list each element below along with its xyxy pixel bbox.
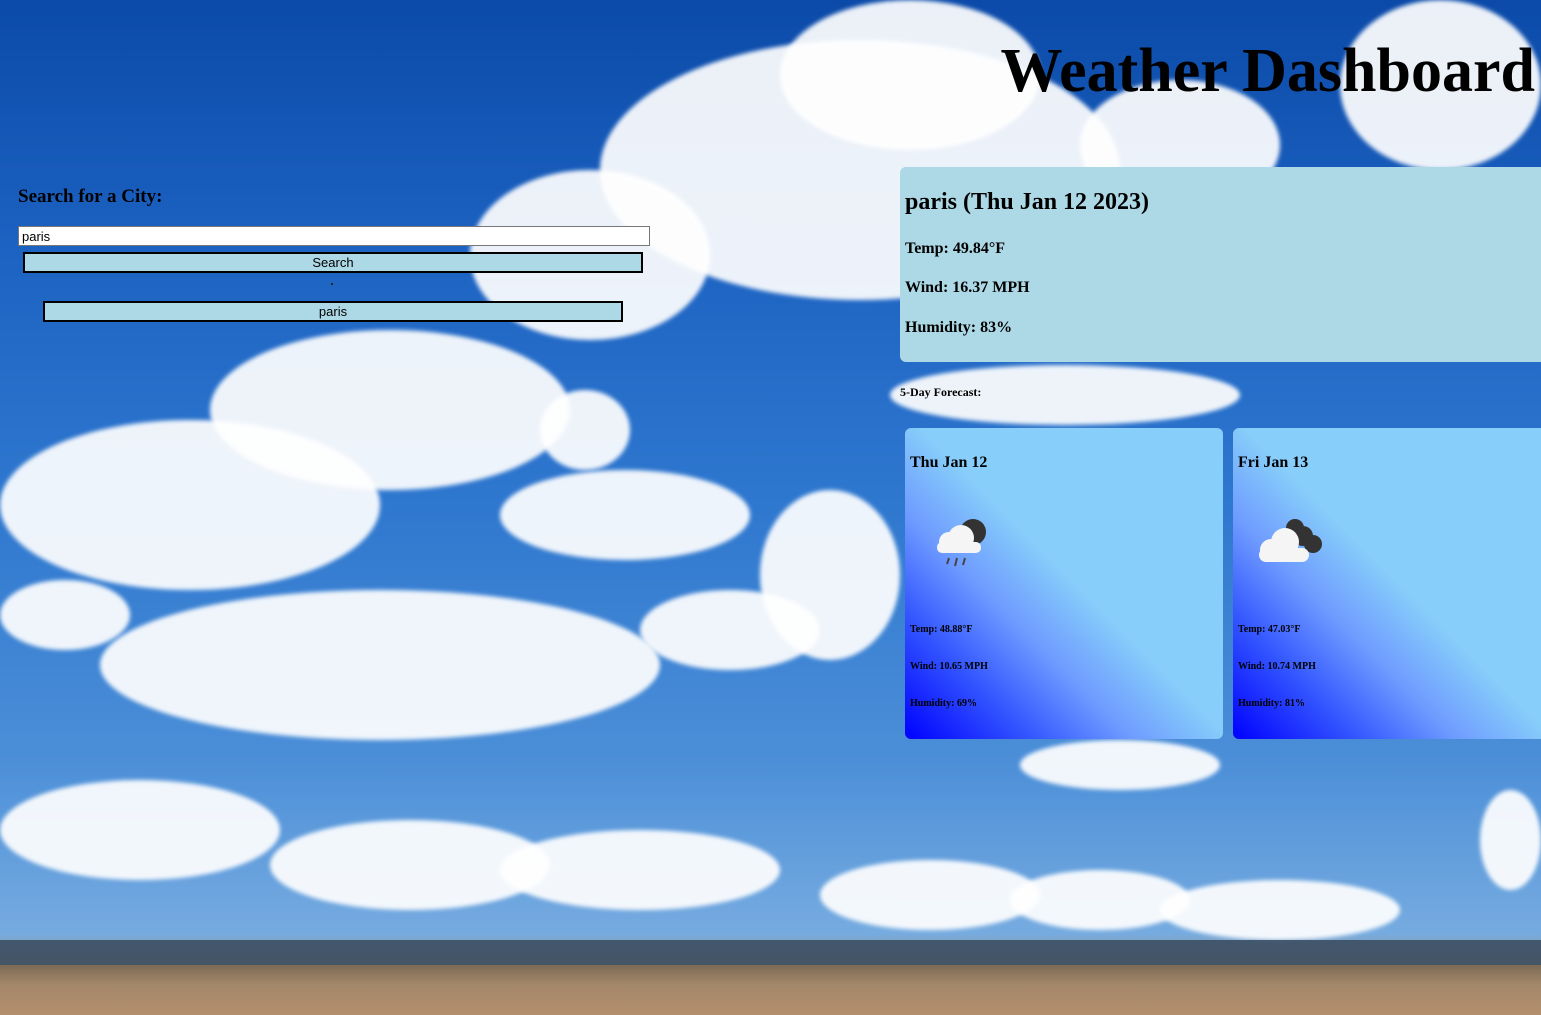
current-wind: Wind: 16.37 MPH: [905, 279, 1030, 296]
current-temp: Temp: 49.84°F: [905, 240, 1006, 257]
search-label: Search for a City:: [18, 186, 163, 207]
forecast-date: Thu Jan 12: [910, 454, 988, 471]
forecast-card: Thu Jan 12 Temp: 48.88°F Wind: 10.65 MPH…: [905, 428, 1223, 739]
forecast-wind: Wind: 10.65 MPH: [910, 661, 988, 672]
current-city-heading: paris (Thu Jan 12 2023): [905, 189, 1150, 215]
cloudy-icon: [1259, 519, 1322, 562]
forecast-wind: Wind: 10.74 MPH: [1238, 661, 1316, 672]
forecast-date: Fri Jan 13: [1238, 454, 1309, 471]
forecast-card: Fri Jan 13 Temp: 47.03°F Wind: 10.74 MPH…: [1233, 428, 1541, 739]
forecast-humidity: Humidity: 81%: [1238, 698, 1305, 709]
current-humidity: Humidity: 83%: [905, 319, 1013, 336]
forecast-temp: Temp: 47.03°F: [1238, 624, 1301, 635]
current-weather-panel: paris (Thu Jan 12 2023) Temp: 49.84°F Wi…: [900, 167, 1541, 362]
history-button-paris[interactable]: paris: [43, 301, 623, 322]
city-search-input[interactable]: [18, 226, 650, 246]
search-button[interactable]: Search: [23, 252, 643, 273]
rain-cloud-icon: [937, 519, 986, 567]
page-title: Weather Dashboard: [1000, 37, 1535, 105]
divider-dot: [331, 283, 333, 285]
forecast-label: 5-Day Forecast:: [900, 385, 982, 399]
forecast-humidity: Humidity: 69%: [910, 698, 977, 709]
forecast-temp: Temp: 48.88°F: [910, 624, 973, 635]
